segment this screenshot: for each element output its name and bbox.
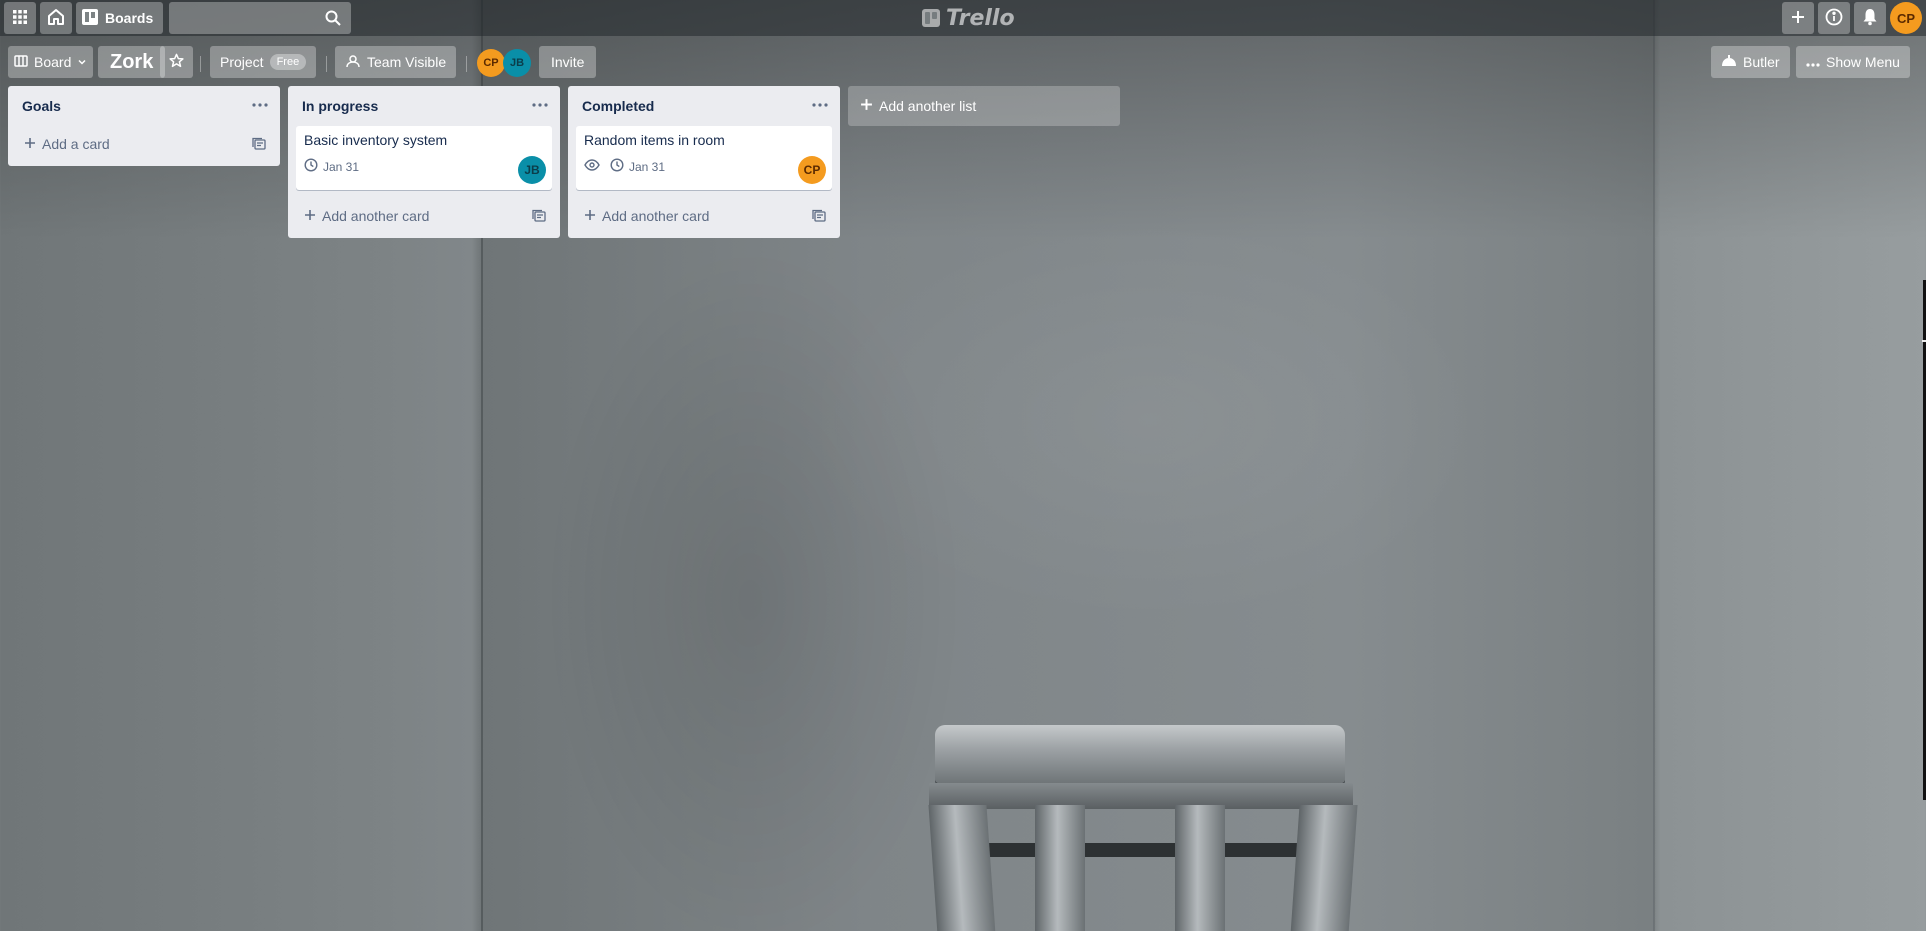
plan-badge: Free <box>269 54 307 70</box>
board-view-label: Board <box>34 54 72 70</box>
apps-button[interactable] <box>4 2 36 34</box>
list-title: In progress <box>302 98 379 114</box>
card-member-avatar[interactable]: JB <box>518 156 546 184</box>
divider <box>200 56 201 72</box>
butler-icon <box>1721 54 1737 70</box>
board-header: Board Zork Project Free Team Visible CP … <box>0 44 1926 80</box>
butler-label: Butler <box>1743 54 1780 70</box>
member-avatar[interactable]: CP <box>477 49 505 77</box>
chevron-down-icon <box>77 54 87 70</box>
visibility-label: Team Visible <box>367 54 447 70</box>
user-avatar[interactable]: CP <box>1890 2 1922 34</box>
card-member-avatar[interactable]: CP <box>798 156 826 184</box>
list-goals: Goals Add a card <box>8 86 280 166</box>
due-date-badge[interactable]: Jan 31 <box>304 158 359 175</box>
card-template-icon[interactable] <box>252 137 266 154</box>
home-button[interactable] <box>40 2 72 34</box>
plus-icon <box>584 208 596 224</box>
card-title: Random items in room <box>584 132 725 148</box>
member-avatar[interactable]: JB <box>503 49 531 77</box>
info-button[interactable] <box>1818 2 1850 34</box>
show-menu-label: Show Menu <box>1826 54 1900 70</box>
boards-label: Boards <box>105 10 154 26</box>
add-card-label: Add another card <box>602 208 710 224</box>
create-button[interactable] <box>1782 2 1814 34</box>
card-template-icon[interactable] <box>812 209 826 226</box>
list-title: Goals <box>22 98 61 114</box>
team-label: Project <box>220 54 264 70</box>
add-card-button[interactable]: Add another card <box>296 198 552 234</box>
team-visibility-icon <box>345 54 361 71</box>
list-menu-icon[interactable] <box>530 96 550 114</box>
more-horizontal-icon <box>1806 54 1820 70</box>
add-card-label: Add another card <box>322 208 430 224</box>
board-title[interactable]: Zork <box>98 46 166 78</box>
divider <box>326 56 327 72</box>
add-card-button[interactable]: Add a card <box>16 126 272 162</box>
add-list-label: Add another list <box>879 98 977 114</box>
card[interactable]: Basic inventory system Jan 31 JB <box>296 126 552 190</box>
bell-icon <box>1862 8 1878 29</box>
list-title: Completed <box>582 98 655 114</box>
eye-icon <box>584 159 600 174</box>
visibility-button[interactable]: Team Visible <box>335 46 457 78</box>
info-icon <box>1825 8 1843 29</box>
logo-text: Trello <box>946 5 1015 31</box>
list-menu-icon[interactable] <box>810 96 830 114</box>
list-header[interactable]: Goals <box>8 86 280 126</box>
top-header: Boards Trello CP <box>0 0 1926 36</box>
list-header[interactable]: Completed <box>568 86 840 126</box>
board-icon <box>82 8 98 28</box>
divider <box>466 56 467 72</box>
show-menu-button[interactable]: Show Menu <box>1796 46 1910 78</box>
home-icon <box>47 8 65 29</box>
card-template-icon[interactable] <box>532 209 546 226</box>
background-stool-image <box>915 725 1375 931</box>
scrollbar-mark <box>1922 340 1926 342</box>
trello-logo-icon <box>922 9 940 27</box>
plus-icon <box>860 98 873 114</box>
butler-button[interactable]: Butler <box>1711 46 1790 78</box>
list-in-progress: In progress Basic inventory system Jan 3… <box>288 86 560 238</box>
trello-logo[interactable]: Trello <box>922 5 1015 31</box>
due-date-text: Jan 31 <box>323 159 360 174</box>
team-button[interactable]: Project Free <box>210 46 317 78</box>
plus-icon <box>24 136 36 152</box>
star-icon <box>169 53 184 71</box>
invite-button[interactable]: Invite <box>539 46 597 78</box>
list-completed: Completed Random items in room Jan 31 CP <box>568 86 840 238</box>
search-input[interactable] <box>169 2 352 34</box>
boards-button[interactable]: Boards <box>76 2 164 34</box>
card[interactable]: Random items in room Jan 31 CP <box>576 126 832 190</box>
watching-badge <box>584 159 600 174</box>
board-view-switcher[interactable]: Board <box>8 46 94 78</box>
add-card-label: Add a card <box>42 136 110 152</box>
plus-icon <box>304 208 316 224</box>
add-list-button[interactable]: Add another list <box>848 86 1120 126</box>
background-wall-seam <box>1653 0 1655 931</box>
clock-icon <box>610 158 624 175</box>
star-button[interactable] <box>160 46 193 78</box>
plus-icon <box>1790 9 1806 28</box>
notifications-button[interactable] <box>1854 2 1886 34</box>
grid-icon <box>12 9 28 28</box>
list-header[interactable]: In progress <box>288 86 560 126</box>
board-icon <box>14 54 28 70</box>
add-card-button[interactable]: Add another card <box>576 198 832 234</box>
list-menu-icon[interactable] <box>250 96 270 114</box>
search-icon <box>325 10 341 31</box>
due-date-badge[interactable]: Jan 31 <box>610 158 665 175</box>
card-title: Basic inventory system <box>304 132 448 148</box>
clock-icon <box>304 158 318 175</box>
due-date-text: Jan 31 <box>629 159 666 174</box>
